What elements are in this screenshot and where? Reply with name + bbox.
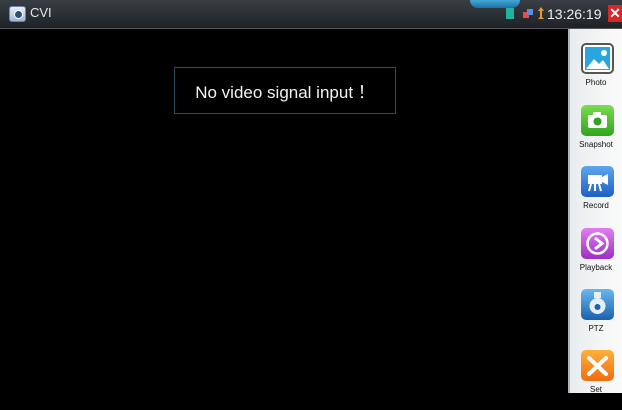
close-button[interactable]: ✕ [608, 5, 622, 22]
title-bar: CVI 13:26:19 ✕ [0, 0, 622, 29]
photo-label: Photo [585, 78, 607, 87]
photo-button[interactable]: Photo [570, 43, 622, 103]
record-button[interactable]: Record [570, 166, 622, 226]
network-icon [523, 9, 533, 18]
right-toolbar: Photo Snapshot Record Playback PTZ Set [568, 29, 622, 394]
play-icon [581, 228, 614, 259]
tools-icon [581, 350, 614, 381]
playback-button[interactable]: Playback [570, 228, 622, 288]
snapshot-button[interactable]: Snapshot [570, 105, 622, 165]
record-label: Record [583, 201, 609, 210]
playback-label: Playback [579, 263, 613, 272]
pull-down-tab[interactable] [470, 0, 520, 8]
camera-icon [581, 105, 614, 136]
set-button[interactable]: Set [570, 350, 622, 410]
app-title: CVI [30, 5, 52, 20]
usb-icon [538, 7, 544, 19]
clock: 13:26:19 [547, 6, 602, 22]
ptz-button[interactable]: PTZ [570, 289, 622, 349]
video-record-icon [581, 166, 614, 197]
camera-app-icon [9, 6, 26, 22]
sd-card-icon [506, 8, 514, 19]
photo-icon [581, 43, 614, 74]
ptz-label: PTZ [588, 324, 604, 333]
ptz-camera-icon [581, 289, 614, 320]
snapshot-label: Snapshot [579, 140, 613, 149]
no-signal-message: No video signal input ！ [174, 67, 396, 114]
